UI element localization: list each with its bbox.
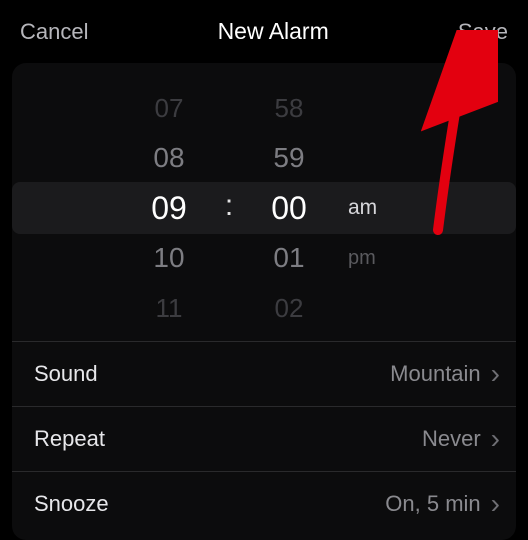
minute-column[interactable]: 58 59 00 01 02 [244,83,334,333]
hour-option[interactable]: 07 [124,89,214,127]
time-separator: : [214,83,244,333]
header-bar: Cancel New Alarm Save [0,0,528,55]
ampm-selected[interactable]: am [340,189,404,227]
repeat-label: Repeat [34,426,105,452]
minute-option[interactable]: 58 [244,89,334,127]
sound-value: Mountain [390,361,481,387]
minute-selected[interactable]: 00 [244,189,334,227]
ampm-option[interactable]: pm [340,239,404,277]
time-picker[interactable]: 07 08 09 10 11 : 58 59 00 01 02 am pm [12,83,516,333]
hour-option[interactable]: 11 [124,289,214,327]
ampm-column[interactable]: am pm [334,83,404,333]
ampm-spacer [340,289,404,327]
sound-label: Sound [34,361,98,387]
chevron-right-icon: › [491,360,500,388]
minute-option[interactable]: 59 [244,139,334,177]
cancel-button[interactable]: Cancel [20,19,88,45]
hour-selected[interactable]: 09 [124,189,214,227]
chevron-right-icon: › [491,425,500,453]
save-button[interactable]: Save [458,19,508,45]
snooze-label: Snooze [34,491,109,517]
ampm-spacer [340,89,404,127]
repeat-value: Never [422,426,481,452]
repeat-row[interactable]: Repeat Never › [12,406,516,471]
sound-row[interactable]: Sound Mountain › [12,341,516,406]
hour-column[interactable]: 07 08 09 10 11 [124,83,214,333]
minute-option[interactable]: 01 [244,239,334,277]
snooze-value: On, 5 min [385,491,480,517]
settings-list: Sound Mountain › Repeat Never › Snooze O… [12,341,516,536]
page-title: New Alarm [218,18,329,45]
hour-option[interactable]: 10 [124,239,214,277]
ampm-spacer [340,139,404,177]
hour-option[interactable]: 08 [124,139,214,177]
snooze-row[interactable]: Snooze On, 5 min › [12,471,516,536]
chevron-right-icon: › [491,490,500,518]
minute-option[interactable]: 02 [244,289,334,327]
alarm-panel: 07 08 09 10 11 : 58 59 00 01 02 am pm So… [12,63,516,540]
